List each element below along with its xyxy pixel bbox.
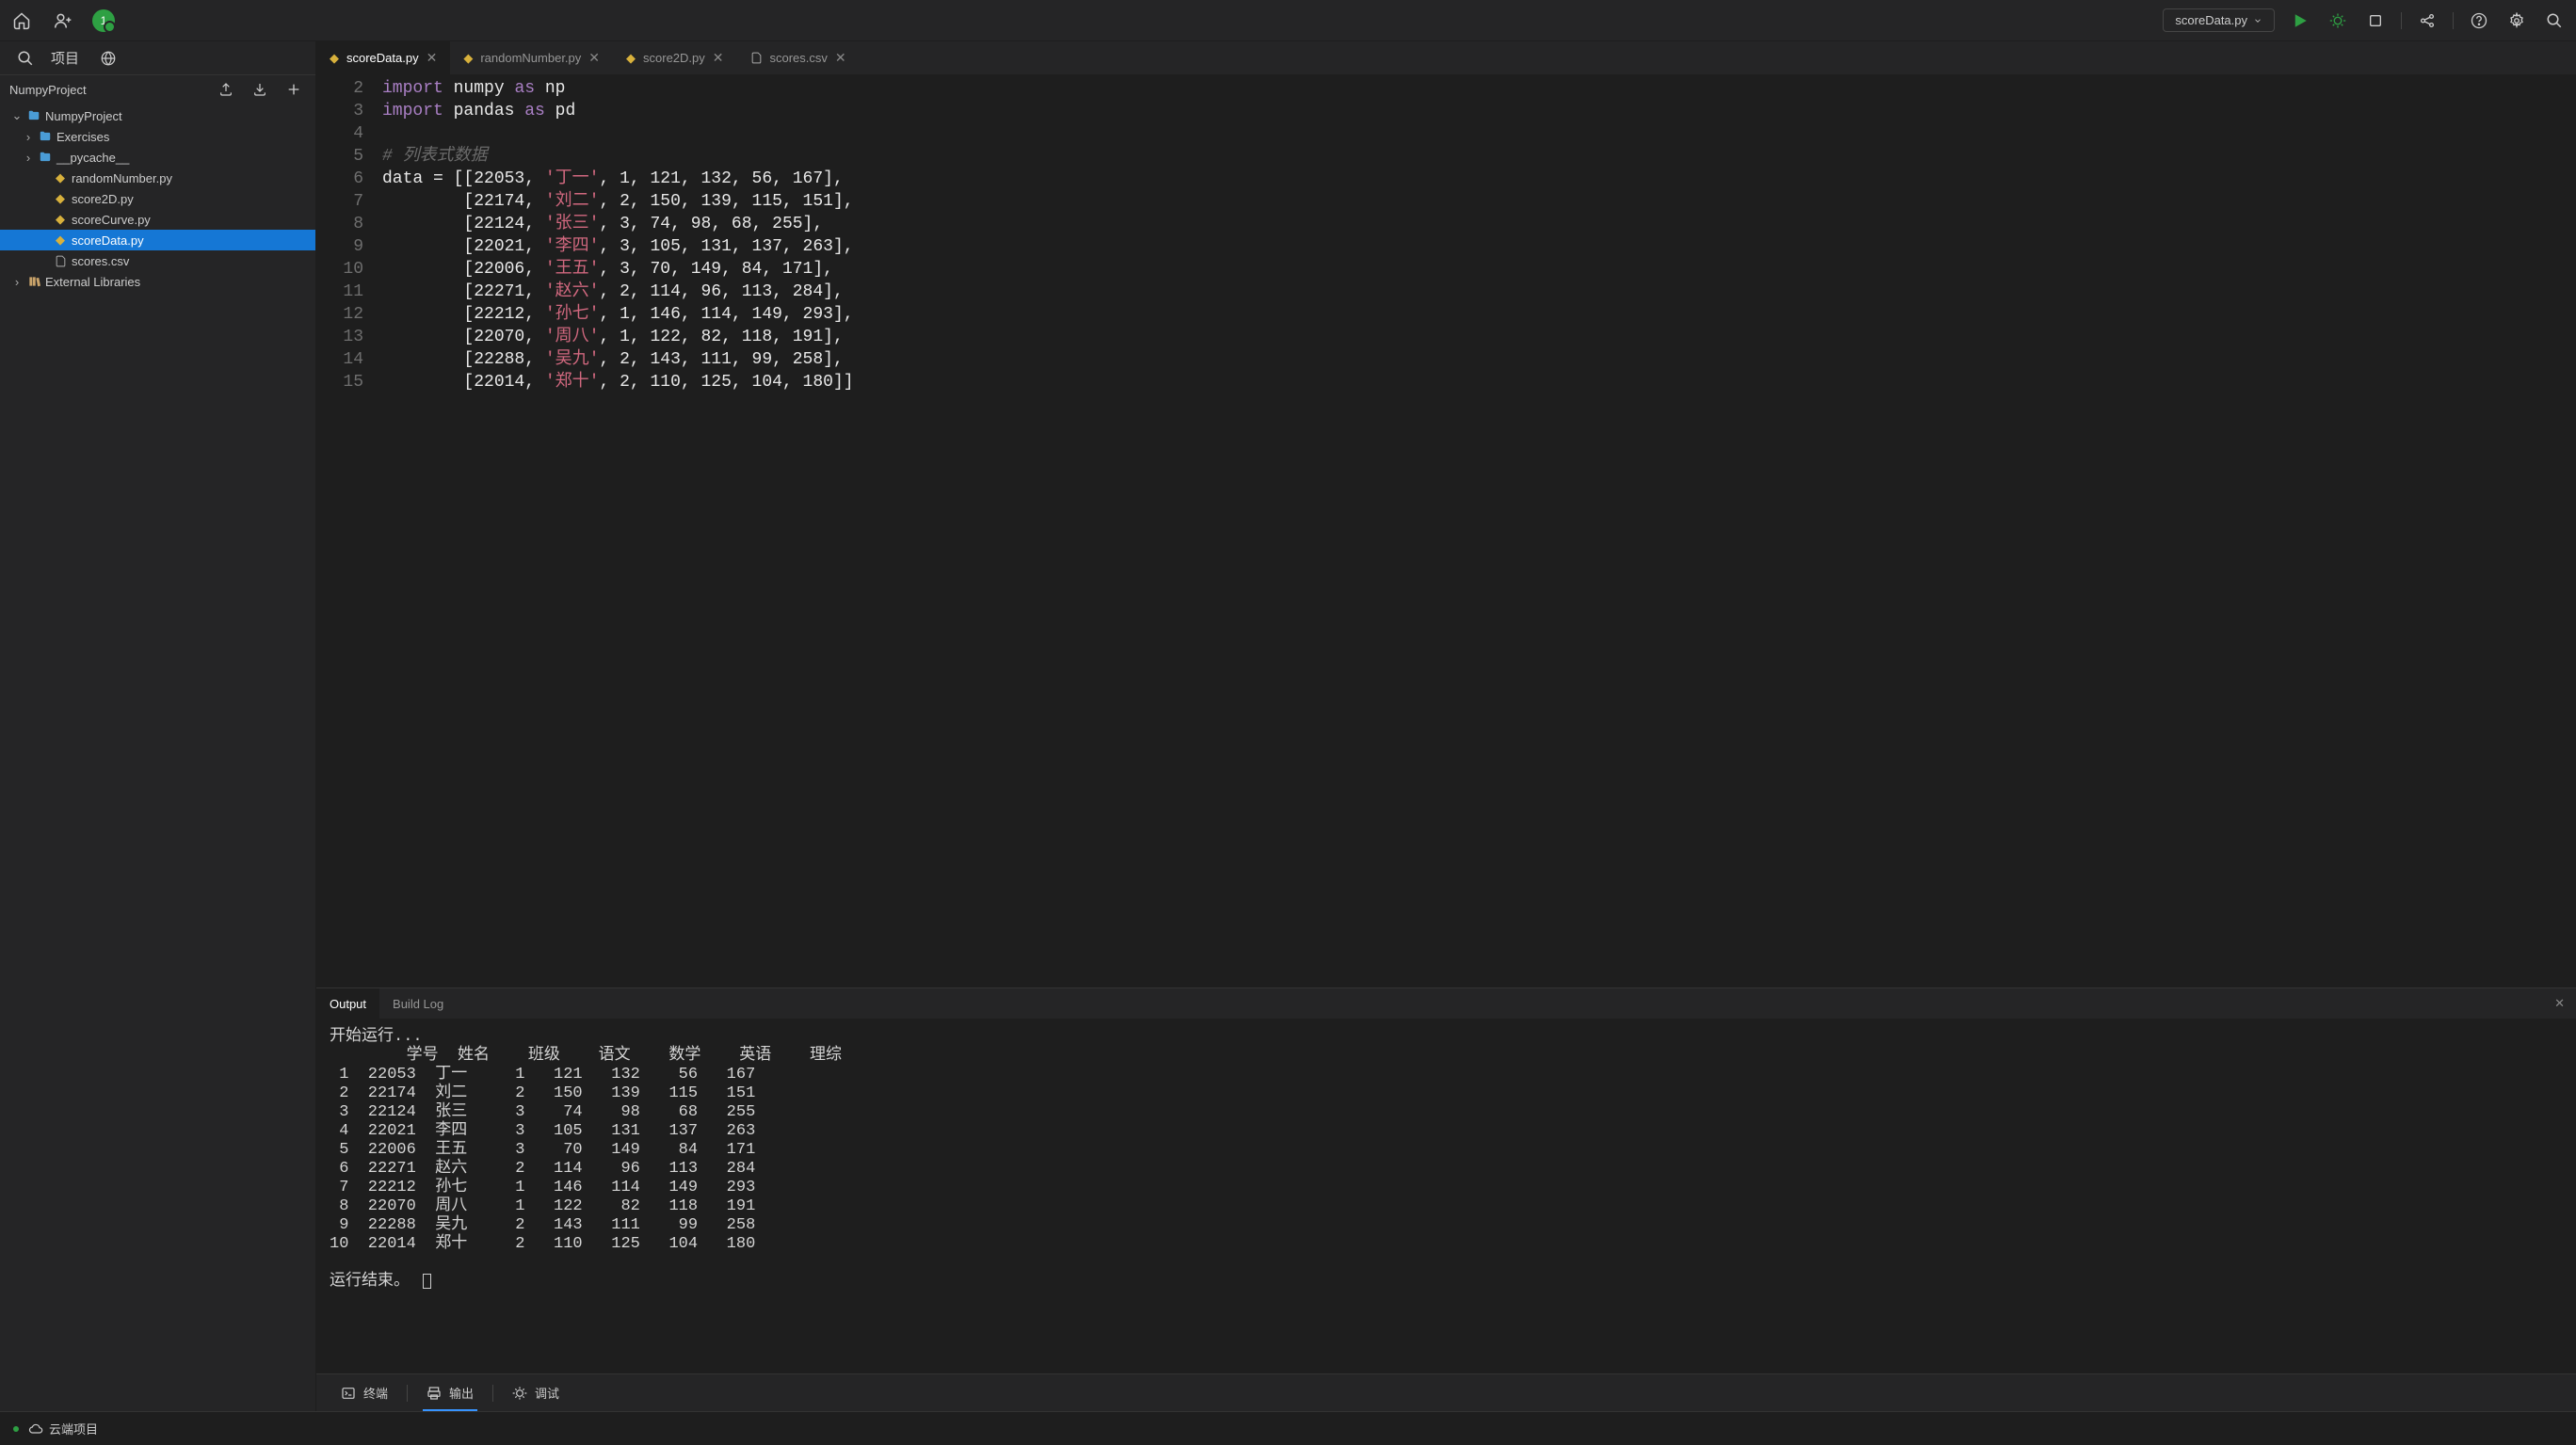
close-icon[interactable]: ✕ [835, 50, 846, 66]
tree-file[interactable]: ◆score2D.py [0, 188, 315, 209]
bt-debug-label: 调试 [535, 1384, 559, 1402]
printer-icon [427, 1386, 442, 1401]
add-user-icon[interactable] [51, 8, 75, 33]
editor-tab[interactable]: ◆randomNumber.py✕ [450, 41, 613, 74]
project-label: 项目 [51, 48, 79, 68]
tree-file[interactable]: ◆randomNumber.py [0, 168, 315, 188]
bt-terminal[interactable]: 终端 [330, 1374, 399, 1411]
cloud-icon [28, 1421, 43, 1437]
tab-build-log-label: Build Log [393, 997, 443, 1011]
editor-tab[interactable]: ◆scoreData.py✕ [316, 41, 450, 74]
tree-file[interactable]: scores.csv [0, 250, 315, 271]
tab-output[interactable]: Output [316, 988, 379, 1019]
output-content[interactable]: 开始运行... 学号 姓名 班级 语文 数学 英语 理综 1 22053 丁一 … [316, 1019, 2576, 1373]
tree-root[interactable]: ⌄NumpyProject [0, 105, 315, 126]
tree-file[interactable]: ◆scoreCurve.py [0, 209, 315, 230]
panel-close-button[interactable]: ✕ [2543, 988, 2576, 1019]
tab-output-label: Output [330, 997, 366, 1011]
statusbar: 云端项目 [0, 1411, 2576, 1445]
upload-icon[interactable] [214, 77, 238, 102]
line-gutter: 23456789101112131415 [316, 77, 382, 987]
terminal-icon [341, 1386, 356, 1401]
titlebar: 1 scoreData.py [0, 0, 2576, 41]
project-root-label: NumpyProject [9, 83, 87, 97]
status-dot [13, 1426, 19, 1432]
share-icon[interactable] [2415, 8, 2439, 33]
bt-output-label: 输出 [449, 1384, 474, 1402]
close-icon[interactable]: ✕ [427, 50, 438, 66]
chevron-down-icon [2253, 16, 2262, 25]
bt-debug[interactable]: 调试 [501, 1374, 571, 1411]
tree-file[interactable]: ◆scoreData.py [0, 230, 315, 250]
debug-icon[interactable] [2326, 8, 2350, 33]
editor-tab[interactable]: scores.csv✕ [737, 41, 860, 74]
run-config-dropdown[interactable]: scoreData.py [2163, 8, 2275, 32]
sidebar: 项目 NumpyProject ⌄NumpyProject›Exercises›… [0, 41, 316, 1411]
close-icon[interactable]: ✕ [588, 50, 600, 66]
bt-output[interactable]: 输出 [415, 1374, 485, 1411]
code-content[interactable]: import numpy as npimport pandas as pd# 列… [382, 77, 2576, 987]
tree-folder[interactable]: ›Exercises [0, 126, 315, 147]
project-tree: ⌄NumpyProject›Exercises›__pycache__◆rand… [0, 104, 315, 1411]
editor-tab[interactable]: ◆score2D.py✕ [613, 41, 736, 74]
add-icon[interactable] [282, 77, 306, 102]
run-config-label: scoreData.py [2175, 13, 2247, 27]
close-icon[interactable]: ✕ [713, 50, 724, 66]
globe-icon[interactable] [96, 46, 121, 71]
bt-terminal-label: 终端 [363, 1384, 388, 1402]
bug-icon [512, 1386, 527, 1401]
settings-icon[interactable] [2504, 8, 2529, 33]
avatar[interactable]: 1 [92, 9, 115, 32]
avatar-label: 1 [101, 14, 107, 27]
tree-folder[interactable]: ›__pycache__ [0, 147, 315, 168]
run-icon[interactable] [2288, 8, 2312, 33]
main-area: ◆scoreData.py✕◆randomNumber.py✕◆score2D.… [316, 41, 2576, 1411]
tree-external-libraries[interactable]: ›External Libraries [0, 271, 315, 292]
output-panel: Output Build Log ✕ 开始运行... 学号 姓名 班级 语文 数… [316, 987, 2576, 1373]
search-icon[interactable] [13, 46, 38, 71]
download-icon[interactable] [248, 77, 272, 102]
search-icon[interactable] [2542, 8, 2567, 33]
help-icon[interactable] [2467, 8, 2491, 33]
home-icon[interactable] [9, 8, 34, 33]
statusbar-cloud-label: 云端项目 [49, 1420, 98, 1437]
sidebar-header: 项目 [0, 41, 315, 75]
stop-icon[interactable] [2363, 8, 2388, 33]
bottom-toolbar: 终端 输出 调试 [316, 1373, 2576, 1411]
editor-tabs: ◆scoreData.py✕◆randomNumber.py✕◆score2D.… [316, 41, 2576, 75]
tab-build-log[interactable]: Build Log [379, 988, 457, 1019]
project-name-bar: NumpyProject [0, 75, 315, 104]
code-editor[interactable]: 23456789101112131415 import numpy as npi… [316, 75, 2576, 987]
